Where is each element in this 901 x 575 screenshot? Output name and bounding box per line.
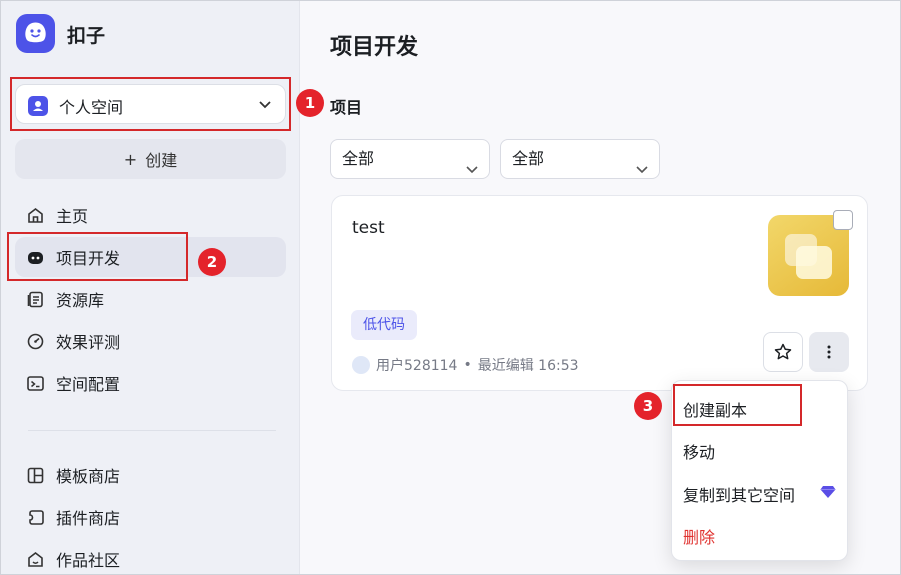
annotation-badge-3: 3 [634,392,662,420]
sidebar-item-label: 模板商店 [56,467,121,486]
page-title: 项目开发 [330,35,419,60]
template-icon [27,467,44,483]
project-meta: 用户528114 • 最近编辑 16:53 [352,355,579,375]
filter-type-value: 全部 [342,149,375,168]
terminal-icon [27,375,44,391]
annotation-badge-1: 1 [296,89,324,117]
community-icon [28,551,43,567]
project-card[interactable]: test 低代码 用户528114 • 最近编辑 16:53 [331,195,868,391]
chevron-down-icon [635,152,649,190]
sidebar-item-label: 主页 [56,207,89,226]
sidebar-item-template-store[interactable]: 模板商店 [15,455,286,495]
sidebar-item-label: 效果评测 [56,333,121,352]
sidebar-item-home[interactable]: 主页 [15,195,286,235]
thumbnail-shape-front [796,246,832,279]
project-type-tag: 低代码 [351,310,417,340]
plus-icon: + [123,149,138,169]
sidebar-item-evaluation[interactable]: 效果评测 [15,321,286,361]
create-button[interactable]: + 创建 [15,139,286,179]
filter-status-value: 全部 [512,149,545,168]
sidebar-item-label: 资源库 [56,291,105,310]
sidebar-divider [28,430,276,431]
sidebar-item-plugin-store[interactable]: 插件商店 [15,497,286,537]
menu-item-copy-to-space[interactable]: 复制到其它空间 [683,482,795,506]
premium-diamond-icon [820,486,836,498]
favorite-button[interactable] [763,332,803,372]
project-owner: 用户528114 [376,358,458,374]
sidebar-item-label: 作品社区 [56,551,121,570]
user-avatar [352,356,370,374]
sidebar-item-library[interactable]: 资源库 [15,279,286,319]
annotation-highlight-duplicate [673,384,802,426]
sidebar-item-space-config[interactable]: 空间配置 [15,363,286,403]
annotation-highlight-space [10,77,291,131]
annotation-badge-2: 2 [198,248,226,276]
filter-status-select[interactable]: 全部 [500,139,660,179]
home-icon [28,207,43,223]
coze-logo-icon[interactable] [16,14,55,53]
create-button-label: 创建 [145,151,178,170]
project-edit-time: 最近编辑 16:53 [477,358,579,374]
section-title: 项目 [330,98,363,117]
sidebar-item-community[interactable]: 作品社区 [15,539,286,575]
sidebar-item-label: 空间配置 [56,375,121,394]
menu-item-delete[interactable]: 删除 [683,524,715,548]
annotation-highlight-project [7,232,188,281]
meta-separator: • [463,357,472,373]
plugin-icon [29,509,44,525]
chevron-down-icon [465,152,479,190]
project-name: test [352,218,385,238]
brand-name: 扣子 [67,25,106,47]
more-options-button[interactable] [809,332,849,372]
star-icon [774,343,792,360]
menu-item-move[interactable]: 移动 [683,439,715,463]
select-checkbox[interactable] [833,210,853,230]
filter-type-select[interactable]: 全部 [330,139,490,179]
sidebar-item-label: 插件商店 [56,509,121,528]
gauge-icon [27,333,44,349]
more-vertical-icon [827,345,831,359]
library-icon [27,291,43,307]
